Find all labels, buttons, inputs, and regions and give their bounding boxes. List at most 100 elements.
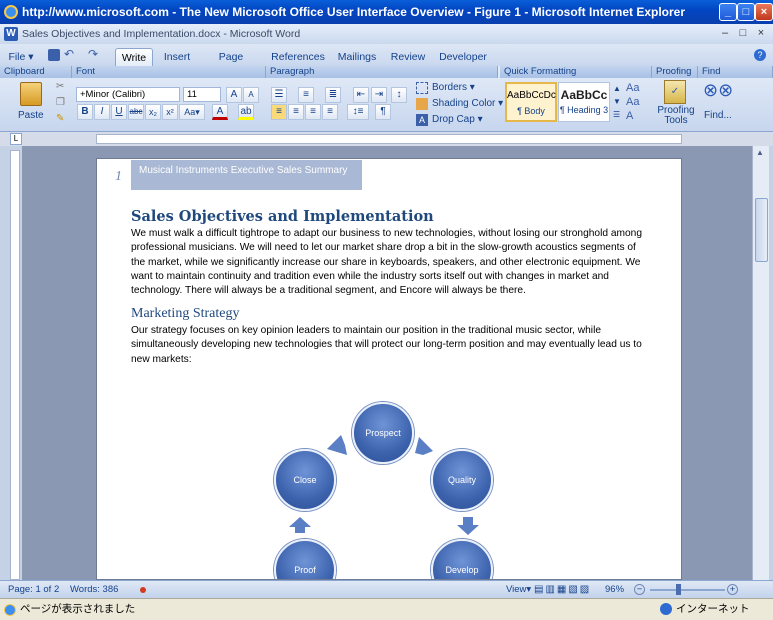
style-heading-3-name: ¶ Heading 3	[559, 105, 609, 115]
maximize-button[interactable]: □	[737, 3, 755, 21]
minimize-button[interactable]: _	[719, 3, 737, 21]
undo-icon[interactable]: ↶	[64, 47, 74, 61]
tab-write[interactable]: Write	[115, 48, 153, 66]
increase-indent-icon[interactable]: ⇥	[371, 87, 387, 103]
group-proofing: Proofing	[652, 66, 698, 78]
borders-icon[interactable]	[416, 82, 428, 94]
security-zone-label: インターネット	[676, 603, 750, 615]
arrow-close-prospect	[327, 435, 347, 455]
file-menu-label: File	[8, 51, 26, 63]
redo-icon[interactable]: ↷	[88, 47, 98, 61]
superscript-icon[interactable]: x²	[162, 104, 178, 120]
tab-insert[interactable]: Insert	[160, 48, 194, 66]
strikethrough-icon[interactable]: abc	[128, 104, 144, 120]
format-painter-icon[interactable]: ✎	[56, 113, 64, 124]
style-heading-3[interactable]: AaBbCc ¶ Heading 3	[558, 82, 610, 122]
ribbon-tabs: File ▾ ↶ ↷ Write Insert Page Layout Refe…	[0, 44, 773, 81]
show-formatting-icon[interactable]: ¶	[375, 104, 391, 120]
word-title-bar: W Sales Objectives and Implementation.do…	[0, 24, 773, 44]
align-left-icon[interactable]: ≡	[271, 104, 287, 120]
bold-icon[interactable]: B	[77, 104, 93, 120]
arrow-prospect-quality	[415, 437, 433, 455]
line-spacing-icon[interactable]: ↕≡	[347, 104, 369, 120]
word-close-button[interactable]: ×	[753, 26, 769, 41]
page-count[interactable]: Page: 1 of 2	[8, 581, 59, 598]
page-loaded-icon	[4, 604, 16, 616]
tab-page-layout[interactable]: Page Layout	[203, 48, 259, 81]
multilevel-list-icon[interactable]: ≣	[325, 87, 341, 103]
vertical-ruler[interactable]	[10, 150, 20, 580]
group-clipboard: Clipboard	[0, 66, 72, 78]
document-title: Sales Objectives and Implementation.docx…	[22, 28, 301, 40]
view-button[interactable]: View▾	[506, 581, 531, 598]
word-count[interactable]: Words: 386	[70, 581, 118, 598]
ie-title-bar: http://www.microsoft.com - The New Micro…	[0, 0, 773, 24]
word-minimize-button[interactable]: –	[717, 26, 733, 41]
styles-scroll-icon[interactable]: ▲ ▼ ☰	[613, 82, 621, 121]
drop-cap-button[interactable]: Drop Cap ▾	[432, 112, 483, 128]
ie-logo-icon	[4, 5, 18, 19]
font-name-combo[interactable]: +Minor (Calibri)	[76, 87, 180, 102]
paste-icon[interactable]	[20, 82, 42, 106]
cut-icon[interactable]: ✂	[56, 81, 64, 92]
horizontal-ruler[interactable]	[96, 134, 682, 144]
find-button[interactable]: Find...	[704, 108, 732, 124]
style-body[interactable]: AaBbCcDc ¶ Body	[505, 82, 557, 122]
sort-icon[interactable]: ↕	[391, 87, 407, 103]
grow-font-icon[interactable]: A	[226, 87, 242, 103]
internet-zone-icon	[660, 603, 672, 615]
bullets-icon[interactable]: ☰	[271, 87, 287, 103]
decrease-indent-icon[interactable]: ⇤	[353, 87, 369, 103]
record-macro-icon[interactable]	[140, 587, 146, 593]
font-color-icon[interactable]: A	[212, 104, 228, 120]
zoom-slider[interactable]	[650, 589, 725, 591]
vertical-scrollbar[interactable]: ▲	[752, 146, 769, 580]
drop-cap-label: Drop Cap	[432, 114, 475, 125]
justify-icon[interactable]: ≡	[322, 104, 338, 120]
group-font: Font	[72, 66, 266, 78]
style-body-name: ¶ Body	[517, 106, 545, 116]
subscript-icon[interactable]: x₂	[145, 104, 161, 120]
file-menu[interactable]: File ▾	[8, 48, 34, 66]
tab-developer[interactable]: Developer	[437, 48, 489, 66]
tab-review[interactable]: Review	[390, 48, 426, 66]
binoculars-icon[interactable]: ⊗⊗	[703, 80, 733, 101]
change-case-icon[interactable]: Aa▾	[179, 104, 205, 120]
proofing-tools-button[interactable]: Proofing Tools	[656, 106, 696, 130]
tab-references[interactable]: References	[270, 48, 326, 66]
shrink-font-icon[interactable]: A	[243, 87, 259, 103]
borders-button[interactable]: Borders ▾	[432, 80, 475, 96]
align-right-icon[interactable]: ≡	[305, 104, 321, 120]
drop-cap-icon[interactable]: A	[416, 114, 428, 126]
paste-button-label[interactable]: Paste	[18, 108, 44, 124]
change-styles-icon[interactable]: Aa Aa A	[626, 81, 639, 123]
help-icon[interactable]: ?	[754, 49, 766, 61]
save-icon[interactable]	[48, 49, 60, 61]
shading-button[interactable]: Shading Color ▾	[432, 96, 503, 112]
copy-icon[interactable]: ❐	[56, 97, 65, 108]
close-button[interactable]: ×	[755, 3, 773, 21]
italic-icon[interactable]: I	[94, 104, 110, 120]
highlight-icon[interactable]: ab	[238, 104, 254, 120]
align-center-icon[interactable]: ≡	[288, 104, 304, 120]
ie-window-title: http://www.microsoft.com - The New Micro…	[22, 5, 686, 19]
zoom-level[interactable]: 96%	[605, 581, 624, 598]
numbering-icon[interactable]: ≡	[298, 87, 314, 103]
zoom-in-icon[interactable]: +	[727, 584, 738, 595]
tab-mailings[interactable]: Mailings	[335, 48, 379, 66]
zoom-out-icon[interactable]: −	[634, 584, 645, 595]
font-size-combo[interactable]: 11	[183, 87, 221, 102]
zoom-slider-thumb[interactable]	[676, 584, 681, 595]
style-body-preview: AaBbCcDc	[507, 90, 556, 101]
proofing-icon[interactable]: ✓	[664, 80, 686, 104]
shading-icon[interactable]	[416, 98, 428, 110]
word-restore-button[interactable]: □	[735, 26, 751, 41]
scroll-up-icon[interactable]: ▲	[756, 148, 764, 157]
arrow-quality-develop	[457, 517, 479, 535]
underline-icon[interactable]: U	[111, 104, 127, 120]
view-modes-icon[interactable]: ▤▥▦▧▨	[534, 584, 591, 595]
document-page[interactable]: 1 Musical Instruments Executive Sales Su…	[96, 158, 682, 580]
scroll-thumb[interactable]	[755, 198, 768, 262]
status-bar: Page: 1 of 2 Words: 386 View▾ ▤▥▦▧▨ 96% …	[0, 580, 773, 598]
tab-selector-icon[interactable]: L	[10, 133, 22, 145]
